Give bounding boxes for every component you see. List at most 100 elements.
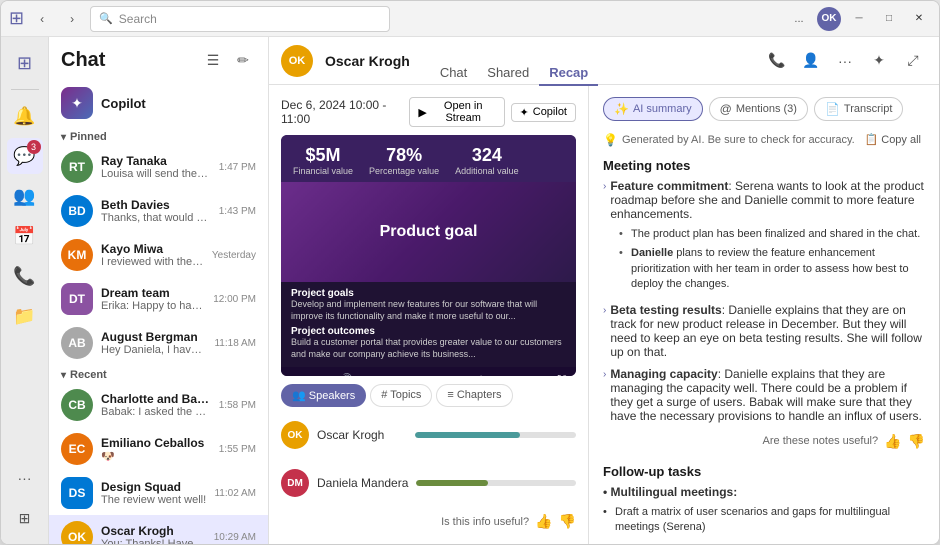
sidebar-item-calls[interactable]: 📞 xyxy=(7,258,43,294)
more-options-button[interactable]: ... xyxy=(787,7,811,31)
chat-badge: 3 xyxy=(27,140,41,154)
speaker-bar-fill xyxy=(416,480,488,486)
note-sub: The product plan has been finalized and … xyxy=(619,225,925,295)
notes-thumbs-down-icon[interactable]: 👎 xyxy=(908,433,925,450)
avatar: KM xyxy=(61,239,93,271)
list-item[interactable]: EC Emiliano Ceballos 🐶 1:55 PM xyxy=(49,427,268,471)
list-item[interactable]: DT Dream team Erika: Happy to have you b… xyxy=(49,277,268,321)
content-body: Dec 6, 2024 10:00 - 11:00 ▶ Open in Stre… xyxy=(269,85,939,544)
chat-header: Chat ☰ ✏ xyxy=(49,37,268,79)
sidebar-item-teams[interactable]: 👥 xyxy=(7,178,43,214)
stat-additional: 324 Additional value xyxy=(455,145,519,176)
phone-button[interactable]: 📞 xyxy=(763,47,791,75)
copilot-button[interactable]: ✦ Copilot xyxy=(511,103,576,122)
forward-icon[interactable]: ⟳ xyxy=(322,373,332,376)
tab-speakers[interactable]: 👥 Speakers xyxy=(281,384,366,407)
expand-button[interactable]: ⤢ xyxy=(899,47,927,75)
chat-title: Chat xyxy=(61,49,105,72)
forward-button[interactable]: › xyxy=(60,7,84,31)
note-header[interactable]: › Feature commitment: Serena wants to lo… xyxy=(603,179,925,221)
search-bar[interactable]: 🔍 Search xyxy=(90,6,390,32)
maximize-button[interactable]: □ xyxy=(877,7,901,31)
note-header[interactable]: › Beta testing results: Danielle explain… xyxy=(603,303,925,359)
list-item[interactable]: DS Design Squad The review went well! 11… xyxy=(49,471,268,515)
sidebar-item-teams-logo[interactable]: ⊞ xyxy=(7,45,43,81)
fullscreen-icon[interactable]: ⛶ xyxy=(558,373,566,376)
person-button[interactable]: 👤 xyxy=(797,47,825,75)
thumbs-down-icon[interactable]: 👎 xyxy=(559,513,576,530)
speed-label[interactable]: 1x xyxy=(544,375,554,376)
pill-mentions[interactable]: @ Mentions (3) xyxy=(709,97,808,121)
tab-chapters[interactable]: ≡ Chapters xyxy=(436,384,512,407)
chat-preview: The review went well! xyxy=(101,494,206,506)
search-placeholder: Search xyxy=(119,12,157,26)
compose-button[interactable]: ✏ xyxy=(230,47,256,73)
chat-name: Charlotte and Babak xyxy=(101,392,211,406)
list-item[interactable]: CB Charlotte and Babak Babak: I asked th… xyxy=(49,383,268,427)
chevron-icon: › xyxy=(603,181,606,192)
note-header[interactable]: › Managing capacity: Danielle explains t… xyxy=(603,367,925,423)
tab-chat[interactable]: Chat xyxy=(430,61,477,86)
note-item: › Feature commitment: Serena wants to lo… xyxy=(603,179,925,295)
back-button[interactable]: ‹ xyxy=(30,7,54,31)
tab-recap[interactable]: Recap xyxy=(539,61,598,86)
chat-name: Ray Tanaka xyxy=(101,154,211,168)
list-item[interactable]: KM Kayo Miwa I reviewed with the client … xyxy=(49,233,268,277)
copilot-header-button[interactable]: ✦ xyxy=(865,47,893,75)
close-button[interactable]: ✕ xyxy=(907,7,931,31)
video-stats: $5M Financial value 78% Percentage value… xyxy=(281,135,576,182)
sidebar-item-more[interactable]: ··· xyxy=(7,460,43,496)
note-item: › Beta testing results: Danielle explain… xyxy=(603,303,925,359)
note-bullet: Danielle plans to review the feature enh… xyxy=(619,244,925,294)
feedback-label: Is this info useful? xyxy=(441,516,529,528)
sidebar-item-activity[interactable]: 🔔 xyxy=(7,98,43,134)
follow-up-heading: Follow-up tasks xyxy=(603,464,925,479)
list-item[interactable]: AB August Bergman Hey Daniela, I haven't… xyxy=(49,321,268,365)
contact-name: Oscar Krogh xyxy=(325,53,410,69)
copy-all-button[interactable]: 📋 Copy all xyxy=(861,131,925,148)
meeting-date: Dec 6, 2024 10:00 - 11:00 xyxy=(281,98,409,126)
list-item[interactable]: OK Oscar Krogh You: Thanks! Have a nice … xyxy=(49,515,268,544)
header-actions: 📞 👤 ··· ✦ ⤢ xyxy=(763,47,927,75)
more-button[interactable]: ··· xyxy=(831,47,859,75)
project-outcomes-title: Project outcomes xyxy=(291,326,566,337)
chat-name: Beth Davies xyxy=(101,198,211,212)
follow-up: Follow-up tasks • Multilingual meetings:… xyxy=(603,464,925,538)
rewind-icon[interactable]: ⟲ xyxy=(306,373,316,376)
app-window: ⊞ ‹ › 🔍 Search ... OK ─ □ ✕ ⊞ 🔔 💬 3 xyxy=(0,0,940,545)
notes-thumbs-up-icon[interactable]: 👍 xyxy=(884,433,901,450)
chat-info: Ray Tanaka Louisa will send the initial … xyxy=(101,154,211,180)
list-item[interactable]: RT Ray Tanaka Louisa will send the initi… xyxy=(49,145,268,189)
chat-preview: 🐶 xyxy=(101,450,211,463)
tab-shared[interactable]: Shared xyxy=(477,61,539,86)
chat-name: Kayo Miwa xyxy=(101,242,204,256)
note-key: Beta testing results xyxy=(610,303,721,317)
ai-source-bar: 💡 Generated by AI. Be sure to check for … xyxy=(603,131,925,148)
open-stream-button[interactable]: ▶ Open in Stream xyxy=(409,97,504,127)
sidebar-item-files[interactable]: 📁 xyxy=(7,298,43,334)
title-bar-left: ⊞ ‹ › 🔍 Search xyxy=(9,6,787,32)
play-icon[interactable]: ▶ xyxy=(291,373,300,376)
sidebar-item-calendar[interactable]: 📅 xyxy=(7,218,43,254)
main-layout: ⊞ 🔔 💬 3 👥 📅 📞 📁 ··· ⊞ Chat ☰ ✏ xyxy=(1,37,939,544)
volume-icon[interactable]: 🔊 xyxy=(338,373,353,376)
minimize-button[interactable]: ─ xyxy=(847,7,871,31)
ai-pill-bar: ✨ AI summary @ Mentions (3) 📄 Transcript xyxy=(603,97,925,121)
chat-time: 1:43 PM xyxy=(219,206,256,217)
thumbs-up-icon[interactable]: 👍 xyxy=(535,513,552,530)
pill-ai-summary[interactable]: ✨ AI summary xyxy=(603,97,703,121)
speaker-item: OK Oscar Krogh xyxy=(281,415,576,455)
copilot-item[interactable]: ✦ Copilot xyxy=(49,79,268,127)
list-item[interactable]: BD Beth Davies Thanks, that would be nic… xyxy=(49,189,268,233)
rail-divider xyxy=(11,89,39,90)
transcript-icon: 📄 xyxy=(825,102,840,116)
sidebar-item-chat[interactable]: 💬 3 xyxy=(7,138,43,174)
tab-topics[interactable]: # Topics xyxy=(370,384,432,407)
pill-transcript[interactable]: 📄 Transcript xyxy=(814,97,903,121)
feedback-row: Is this info useful? 👍 👎 xyxy=(281,511,576,532)
sidebar-item-apps[interactable]: ⊞ xyxy=(7,500,43,536)
video-control-right: 1x ⛶ xyxy=(544,373,566,376)
filter-button[interactable]: ☰ xyxy=(200,47,226,73)
video-main[interactable]: Product goal xyxy=(281,182,576,282)
video-text: Product goal xyxy=(380,223,478,241)
